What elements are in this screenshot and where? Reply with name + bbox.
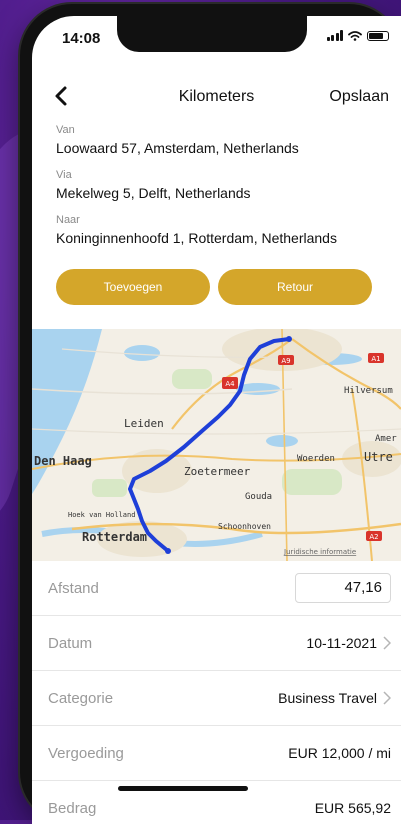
road-badge-a1: A1 (368, 353, 384, 363)
map-label-amersfoort: Amer (375, 434, 397, 444)
map-label-utrecht: Utre (364, 450, 393, 464)
notch (117, 16, 307, 52)
svg-text:A2: A2 (369, 533, 378, 541)
battery-icon (367, 30, 389, 41)
return-button[interactable]: Retour (218, 269, 372, 305)
compensation-value: EUR 12,000 / mi (288, 745, 391, 761)
map-label-woerden: Woerden (297, 454, 335, 464)
chevron-right-icon (383, 691, 391, 705)
category-label: Categorie (48, 689, 114, 707)
distance-row: Afstand 47,16 (32, 561, 401, 616)
distance-label: Afstand (48, 579, 99, 597)
to-value: Koninginnenhoofd 1, Rotterdam, Netherlan… (56, 230, 337, 246)
via-value: Mekelweg 5, Delft, Netherlands (56, 185, 251, 201)
route-line (128, 337, 291, 553)
map-label-schoonhoven: Schoonhoven (218, 522, 271, 531)
nav-bar: Kilometers Opslaan (32, 80, 401, 116)
date-row[interactable]: Datum 10-11-2021 (32, 616, 401, 671)
add-button[interactable]: Toevoegen (56, 269, 210, 305)
category-value: Business Travel (278, 690, 377, 706)
save-button[interactable]: Opslaan (329, 88, 389, 106)
map-label-hilversum: Hilversum (344, 386, 393, 396)
wifi-icon (348, 30, 362, 41)
to-field[interactable]: Naar Koninginnenhoofd 1, Rotterdam, Neth… (56, 214, 391, 246)
date-label: Datum (48, 634, 93, 652)
road-badge-a4: A4 (222, 377, 238, 389)
phone-frame: 14:08 Kilometers Opslaan Van Loowaard 57… (20, 4, 401, 824)
chevron-right-icon (383, 636, 391, 650)
compensation-label: Vergoeding (48, 744, 124, 762)
via-label: Via (56, 169, 72, 181)
status-time: 14:08 (62, 30, 101, 47)
details-list: Afstand 47,16 Datum 10-11-2021 Categorie… (32, 561, 401, 824)
map-label-rotterdam: Rotterdam (82, 530, 147, 544)
map-label-den-haag: Den Haag (34, 454, 92, 468)
map-label-gouda: Gouda (245, 492, 272, 502)
map-label-zoetermeer: Zoetermeer (184, 465, 251, 478)
compensation-row: Vergoeding EUR 12,000 / mi (32, 726, 401, 781)
map-label-hoek-van-holland: Hoek van Holland (68, 511, 135, 519)
legal-link[interactable]: Juridische informatie (283, 548, 356, 556)
date-value: 10-11-2021 (306, 635, 377, 651)
home-indicator[interactable] (118, 786, 248, 791)
map-canvas[interactable]: A9 A1 A4 A2 Leiden Den Haag Zoetermeer W… (32, 329, 401, 561)
signal-icon (326, 30, 343, 41)
from-value: Loowaard 57, Amsterdam, Netherlands (56, 140, 299, 156)
road-badge-a9: A9 (278, 355, 294, 365)
svg-text:A9: A9 (281, 357, 290, 365)
category-row[interactable]: Categorie Business Travel (32, 671, 401, 726)
amount-value: EUR 565,92 (314, 800, 391, 816)
status-icons (326, 30, 389, 41)
amount-label: Bedrag (48, 799, 97, 817)
road-badge-a2: A2 (366, 531, 382, 541)
svg-text:A4: A4 (225, 380, 235, 388)
route-map[interactable]: A9 A1 A4 A2 Leiden Den Haag Zoetermeer W… (32, 329, 401, 561)
app-screen: 14:08 Kilometers Opslaan Van Loowaard 57… (32, 16, 401, 824)
to-label: Naar (56, 214, 80, 226)
distance-input[interactable]: 47,16 (295, 573, 391, 603)
svg-text:A1: A1 (371, 355, 380, 363)
map-label-leiden: Leiden (124, 417, 164, 430)
from-label: Van (56, 124, 75, 136)
from-field[interactable]: Van Loowaard 57, Amsterdam, Netherlands (56, 124, 391, 156)
via-field[interactable]: Via Mekelweg 5, Delft, Netherlands (56, 169, 391, 201)
